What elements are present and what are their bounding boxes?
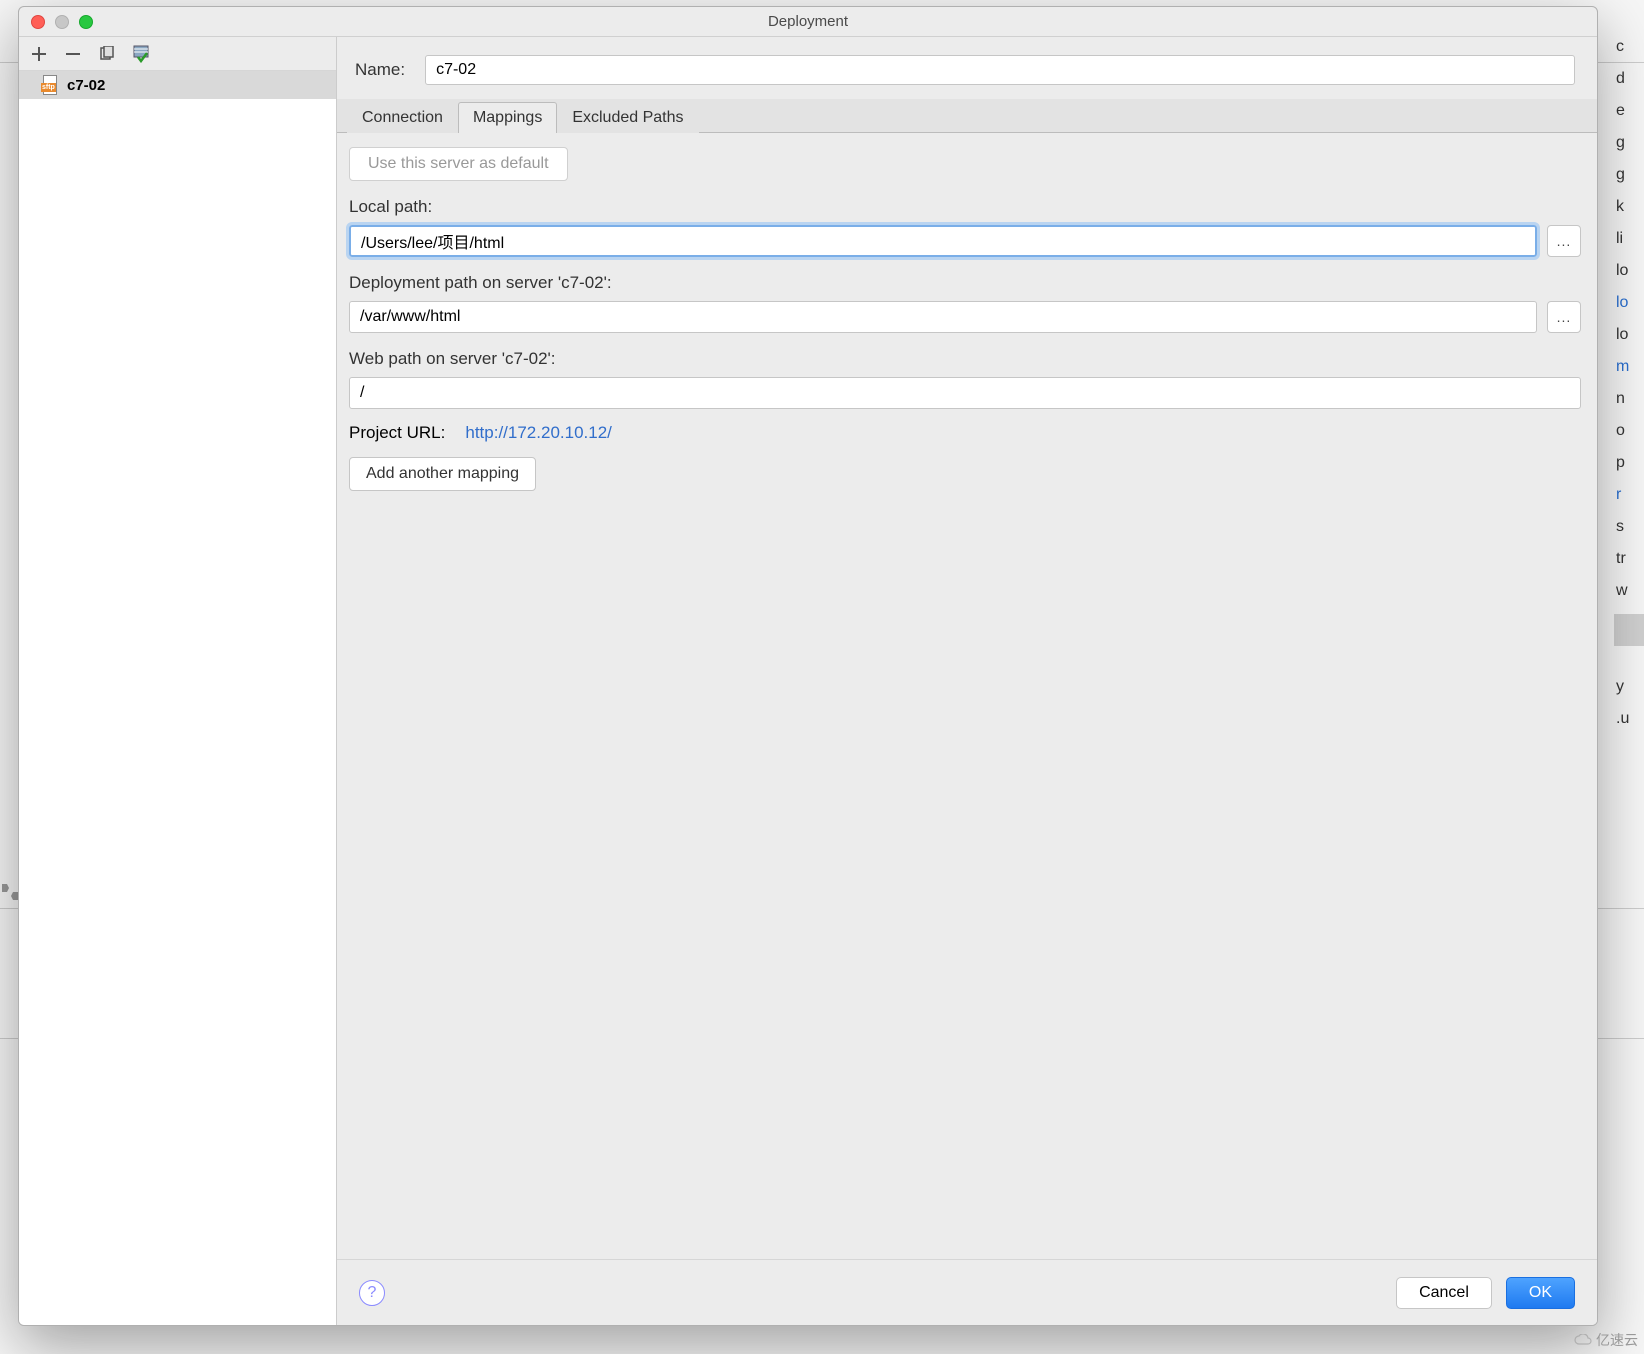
bg-list-item: g — [1614, 166, 1644, 198]
bg-list-item: g — [1614, 134, 1644, 166]
cancel-button[interactable]: Cancel — [1396, 1277, 1492, 1309]
add-server-button[interactable] — [29, 44, 49, 64]
add-mapping-button[interactable]: Add another mapping — [349, 457, 536, 491]
watermark: 亿速云 — [1574, 1330, 1638, 1350]
local-path-row: ... — [349, 225, 1581, 257]
browse-deploy-path-button[interactable]: ... — [1547, 301, 1581, 333]
bg-list-item: tr — [1614, 550, 1644, 582]
server-list: sftp c7-02 — [19, 71, 336, 1325]
bg-list-item: c — [1614, 38, 1644, 70]
bg-list-item: lo — [1614, 326, 1644, 358]
dialog-footer: ? Cancel OK — [337, 1259, 1597, 1325]
server-sidebar: sftp c7-02 — [19, 37, 337, 1325]
mappings-panel: Use this server as default Local path: .… — [337, 133, 1597, 1259]
main-panel: Name: Connection Mappings Excluded Paths… — [337, 37, 1597, 1325]
close-icon[interactable] — [31, 15, 45, 29]
bg-list-item: .u — [1614, 710, 1644, 742]
name-label: Name: — [355, 60, 405, 80]
dialog-title: Deployment — [19, 13, 1597, 30]
deployment-dialog: Deployment — [18, 6, 1598, 1326]
bg-list-item: w — [1614, 582, 1644, 614]
web-path-row — [349, 377, 1581, 409]
watermark-text: 亿速云 — [1596, 1330, 1638, 1350]
validate-server-button[interactable] — [131, 44, 151, 64]
server-name-input[interactable] — [425, 55, 1575, 85]
tab-bar: Connection Mappings Excluded Paths — [337, 99, 1597, 133]
sftp-file-icon: sftp — [41, 75, 59, 95]
copy-server-button[interactable] — [97, 44, 117, 64]
window-controls — [19, 15, 93, 29]
sidebar-item-server[interactable]: sftp c7-02 — [19, 71, 336, 99]
bg-list-item: lo — [1614, 262, 1644, 294]
titlebar: Deployment — [19, 7, 1597, 37]
local-path-input[interactable] — [349, 225, 1537, 257]
ok-button[interactable]: OK — [1506, 1277, 1575, 1309]
deploy-path-label: Deployment path on server 'c7-02': — [349, 273, 1581, 293]
tab-excluded-paths[interactable]: Excluded Paths — [557, 102, 698, 133]
bg-list-item: p — [1614, 454, 1644, 486]
bg-list-item: m — [1614, 358, 1644, 390]
tab-connection[interactable]: Connection — [347, 102, 458, 133]
bg-list-item — [1614, 646, 1644, 678]
deploy-path-input[interactable] — [349, 301, 1537, 333]
sidebar-item-label: c7-02 — [67, 77, 105, 94]
name-row: Name: — [337, 37, 1597, 99]
deploy-path-row: ... — [349, 301, 1581, 333]
help-button[interactable]: ? — [359, 1280, 385, 1306]
bg-list-item: e — [1614, 102, 1644, 134]
dialog-body: sftp c7-02 Name: Connection Mappings Exc… — [19, 37, 1597, 1325]
bg-list-item: o — [1614, 422, 1644, 454]
bg-list-item — [1614, 614, 1644, 646]
bg-list-item: n — [1614, 390, 1644, 422]
footer-buttons: Cancel OK — [1396, 1277, 1575, 1309]
bg-list-item: li — [1614, 230, 1644, 262]
project-url-label: Project URL: — [349, 423, 445, 443]
bg-list-item: lo — [1614, 294, 1644, 326]
project-url-row: Project URL: http://172.20.10.12/ — [349, 423, 1581, 443]
bg-list-item: d — [1614, 70, 1644, 102]
browse-local-path-button[interactable]: ... — [1547, 225, 1581, 257]
minimize-icon[interactable] — [55, 15, 69, 29]
use-as-default-button[interactable]: Use this server as default — [349, 147, 568, 181]
project-url-link[interactable]: http://172.20.10.12/ — [465, 423, 612, 443]
bg-list-item: s — [1614, 518, 1644, 550]
local-path-label: Local path: — [349, 197, 1581, 217]
bg-list-item: k — [1614, 198, 1644, 230]
sidebar-toolbar — [19, 37, 336, 71]
remove-server-button[interactable] — [63, 44, 83, 64]
web-path-input[interactable] — [349, 377, 1581, 409]
web-path-label: Web path on server 'c7-02': — [349, 349, 1581, 369]
tab-mappings[interactable]: Mappings — [458, 102, 557, 133]
maximize-icon[interactable] — [79, 15, 93, 29]
bg-list-item: r — [1614, 486, 1644, 518]
bg-list-item: y — [1614, 678, 1644, 710]
bg-file-list: cdeggklilololomnoprstrwy.u — [1614, 38, 1644, 742]
